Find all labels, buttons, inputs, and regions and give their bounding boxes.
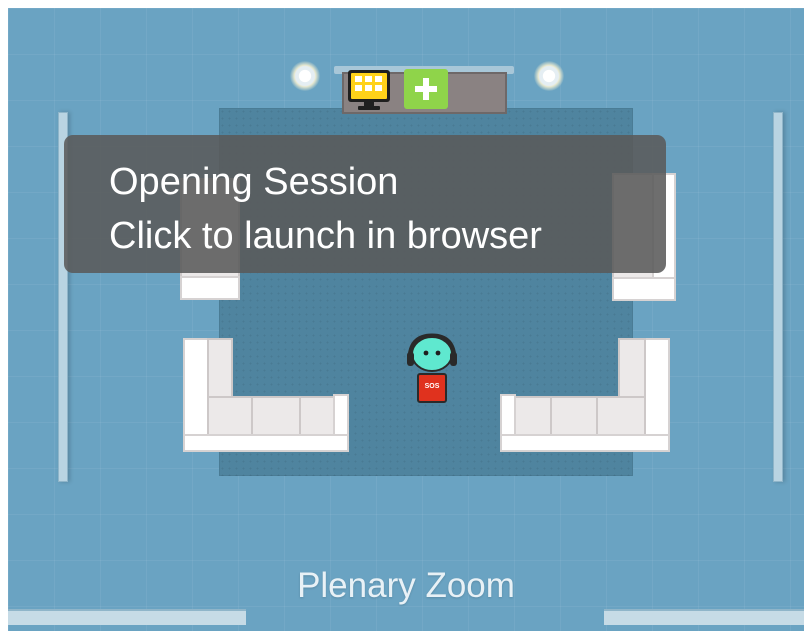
game-map[interactable]: SOS Plenary Zoom Opening Session Click t… [8, 8, 804, 631]
bottom-wall-left [8, 609, 246, 625]
lamp-icon [534, 61, 564, 91]
sofa-lower-right [500, 338, 670, 452]
tooltip-title: Opening Session [109, 161, 399, 203]
bottom-wall-right [604, 609, 804, 625]
right-wall [773, 112, 783, 482]
lamp-icon [290, 61, 320, 91]
plus-icon[interactable] [404, 69, 448, 109]
tooltip-action: Click to launch in browser [109, 215, 542, 257]
player-avatar[interactable]: SOS [404, 330, 460, 410]
sofa-lower-left [183, 338, 349, 452]
sos-badge-text: SOS [424, 383, 440, 390]
monitor-grid-icon[interactable] [347, 68, 391, 112]
room-label: Plenary Zoom [297, 566, 515, 605]
session-tooltip[interactable]: Opening Session Click to launch in brows… [64, 135, 666, 273]
